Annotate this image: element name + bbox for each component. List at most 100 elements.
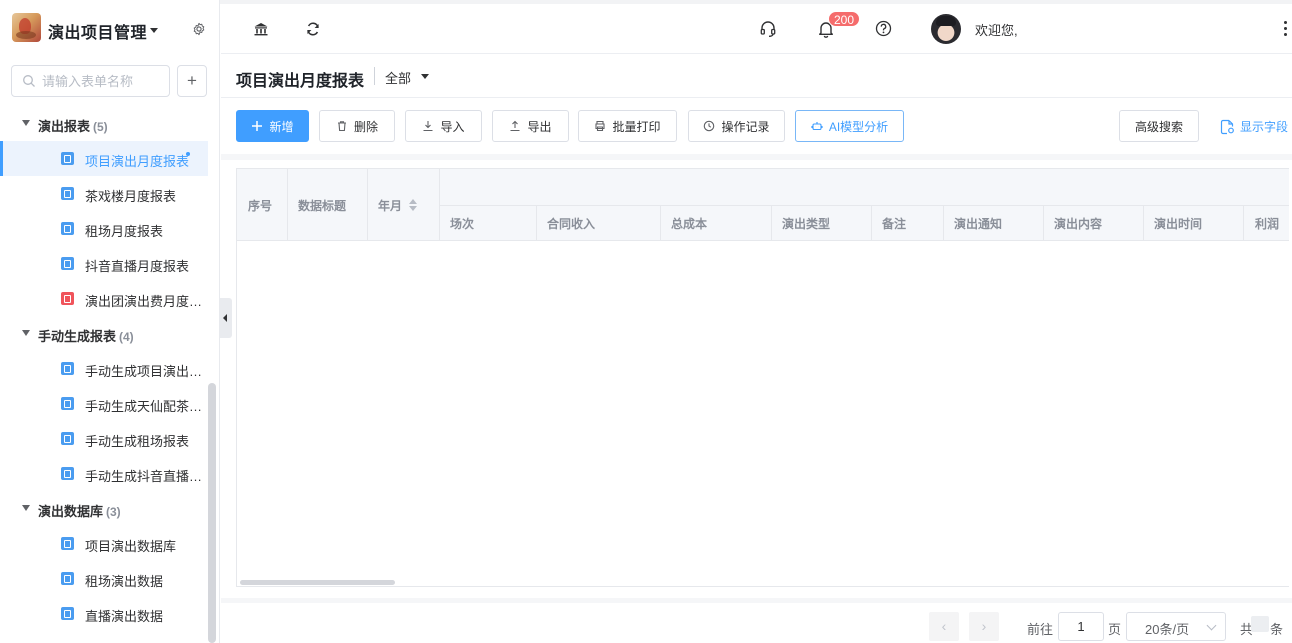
group-collapse-icon[interactable] xyxy=(22,505,30,511)
tree-item-douyin-live-monthly-report[interactable]: 抖音直播月度报表 xyxy=(0,246,208,281)
tree-item-manual-douyin-report[interactable]: 手动生成抖音直播月度报表 xyxy=(0,456,208,491)
ai-analysis-button[interactable]: AI模型分析 xyxy=(795,110,904,142)
tree-item-manual-rental-report[interactable]: 手动生成租场报表 xyxy=(0,421,208,456)
sidebar-collapse-toggle[interactable] xyxy=(220,298,232,338)
page-title: 项目演出月度报表 xyxy=(236,73,365,90)
sort-caret-icon[interactable] xyxy=(409,199,417,211)
tree-item-manual-project-report[interactable]: 手动生成项目演出月度报表 xyxy=(0,351,208,386)
total-suffix-label: 条 xyxy=(1270,622,1284,637)
app-title[interactable]: 演出项目管理 xyxy=(48,19,147,43)
column-header-sessions: 场次 xyxy=(450,217,475,231)
form-icon xyxy=(61,607,74,620)
document-settings-icon xyxy=(1220,119,1234,134)
title-divider xyxy=(374,67,375,85)
tree-group-performance-reports[interactable]: 演出报表 (5) xyxy=(0,106,208,141)
tree-item-rental-monthly-report[interactable]: 租场月度报表 xyxy=(0,211,208,246)
advanced-search-button-label: 高级搜索 xyxy=(1134,119,1183,134)
export-button[interactable]: 导出 xyxy=(492,110,569,142)
form-icon xyxy=(61,467,74,480)
headset-support-icon[interactable] xyxy=(759,20,777,38)
tree-item-label: 手动生成抖音直播月度报表 xyxy=(85,469,205,484)
welcome-text[interactable]: 欢迎您, xyxy=(975,20,1018,39)
table-header: 序号 数据标题 年月 场次 合同收入 总成本 演出类型 备注 演出通知 演出内容… xyxy=(237,169,1289,241)
add-button[interactable]: 新增 xyxy=(236,110,309,142)
header-group-divider xyxy=(439,205,1289,206)
tree-group-performance-database[interactable]: 演出数据库 (3) xyxy=(0,491,208,526)
scope-caret-icon[interactable] xyxy=(421,74,429,79)
sidebar-scrollbar[interactable] xyxy=(208,383,216,643)
column-header-year-month[interactable]: 年月 xyxy=(378,197,402,214)
column-header-time: 演出时间 xyxy=(1154,217,1203,231)
plus-icon xyxy=(252,121,263,131)
form-tree: 演出报表 (5) 项目演出月度报表 茶戏楼月度报表 租场月度报表 抖音直播月度报表… xyxy=(0,106,208,631)
toolbar-divider xyxy=(221,154,1292,160)
tree-item-label: 手动生成租场报表 xyxy=(85,434,190,449)
group-name: 手动生成报表 (4) xyxy=(38,329,134,344)
page-title-bar: 项目演出月度报表 全部 xyxy=(221,55,1292,98)
column-divider xyxy=(771,205,772,241)
refresh-icon[interactable] xyxy=(305,21,321,37)
add-form-button[interactable]: + xyxy=(177,65,207,97)
more-menu-icon[interactable] xyxy=(1284,21,1288,37)
column-divider xyxy=(871,205,872,241)
batch-print-button[interactable]: 批量打印 xyxy=(578,110,677,142)
tree-item-live-data[interactable]: 直播演出数据 xyxy=(0,596,208,631)
tree-item-label: 茶戏楼月度报表 xyxy=(85,189,177,204)
tree-item-project-database[interactable]: 项目演出数据库 xyxy=(0,526,208,561)
column-divider xyxy=(660,205,661,241)
user-avatar[interactable] xyxy=(931,14,961,44)
export-button-label: 导出 xyxy=(527,119,552,134)
scope-dropdown[interactable]: 全部 xyxy=(385,68,411,87)
help-question-icon[interactable] xyxy=(875,20,892,37)
app-switch-caret-icon[interactable] xyxy=(150,28,158,33)
operation-log-button-label: 操作记录 xyxy=(721,119,770,134)
goto-prefix-label: 前往 xyxy=(1027,622,1054,637)
import-button[interactable]: 导入 xyxy=(405,110,482,142)
action-toolbar: 新增 删除 导入 导出 批量打印 操作记录 AI模型分析 高级搜索 显示字段 xyxy=(221,99,1292,154)
tree-item-project-monthly-report[interactable]: 项目演出月度报表 xyxy=(0,141,208,176)
column-header-total-cost: 总成本 xyxy=(671,217,708,231)
tree-item-label: 手动生成项目演出月度报表 xyxy=(85,364,205,379)
delete-button[interactable]: 删除 xyxy=(319,110,395,142)
page-suffix-label: 页 xyxy=(1108,622,1122,637)
add-button-label: 新增 xyxy=(269,119,294,134)
clock-icon xyxy=(704,120,715,132)
group-name: 演出报表 (5) xyxy=(38,119,108,134)
import-button-label: 导入 xyxy=(440,119,465,134)
table-horizontal-scrollbar[interactable] xyxy=(240,580,395,585)
show-fields-link[interactable]: 显示字段 xyxy=(1220,118,1288,135)
group-collapse-icon[interactable] xyxy=(22,330,30,336)
tree-item-label: 演出团演出费月度报表 xyxy=(85,294,205,309)
column-header-index: 序号 xyxy=(248,199,273,213)
tree-group-manual-reports[interactable]: 手动生成报表 (4) xyxy=(0,316,208,351)
operation-log-button[interactable]: 操作记录 xyxy=(688,110,785,142)
tree-item-manual-teahouse-report[interactable]: 手动生成天仙配茶戏楼报表 xyxy=(0,386,208,421)
app-header: 演出项目管理 xyxy=(0,4,219,52)
next-page-button[interactable]: › xyxy=(969,612,999,641)
tree-item-teahouse-monthly-report[interactable]: 茶戏楼月度报表 xyxy=(0,176,208,211)
prev-page-button[interactable]: ‹ xyxy=(929,612,959,641)
form-search-input[interactable] xyxy=(42,72,167,90)
advanced-search-button[interactable]: 高级搜索 xyxy=(1119,110,1199,142)
column-divider xyxy=(1043,205,1044,241)
form-icon xyxy=(61,572,74,585)
form-search-box[interactable] xyxy=(11,65,170,97)
tree-item-label: 直播演出数据 xyxy=(85,609,164,624)
group-name: 演出数据库 (3) xyxy=(38,504,121,519)
pagination-divider xyxy=(221,598,1292,603)
bank-icon[interactable] xyxy=(253,21,269,37)
tree-item-troupe-fee-monthly-report[interactable]: 演出团演出费月度报表 xyxy=(0,281,208,316)
page-number-input[interactable]: 1 xyxy=(1058,612,1104,641)
column-header-remarks: 备注 xyxy=(882,217,907,231)
column-header-notice: 演出通知 xyxy=(954,217,1003,231)
form-icon xyxy=(61,537,74,550)
form-icon xyxy=(61,222,74,235)
form-icon xyxy=(61,152,74,165)
page-size-select[interactable]: 20条/页 xyxy=(1126,612,1226,641)
column-divider xyxy=(287,169,288,241)
tree-item-label: 手动生成天仙配茶戏楼报表 xyxy=(85,399,205,414)
settings-gear-icon[interactable] xyxy=(192,22,206,36)
tree-item-rental-data[interactable]: 租场演出数据 xyxy=(0,561,208,596)
column-header-contract-income: 合同收入 xyxy=(547,217,596,231)
group-collapse-icon[interactable] xyxy=(22,120,30,126)
